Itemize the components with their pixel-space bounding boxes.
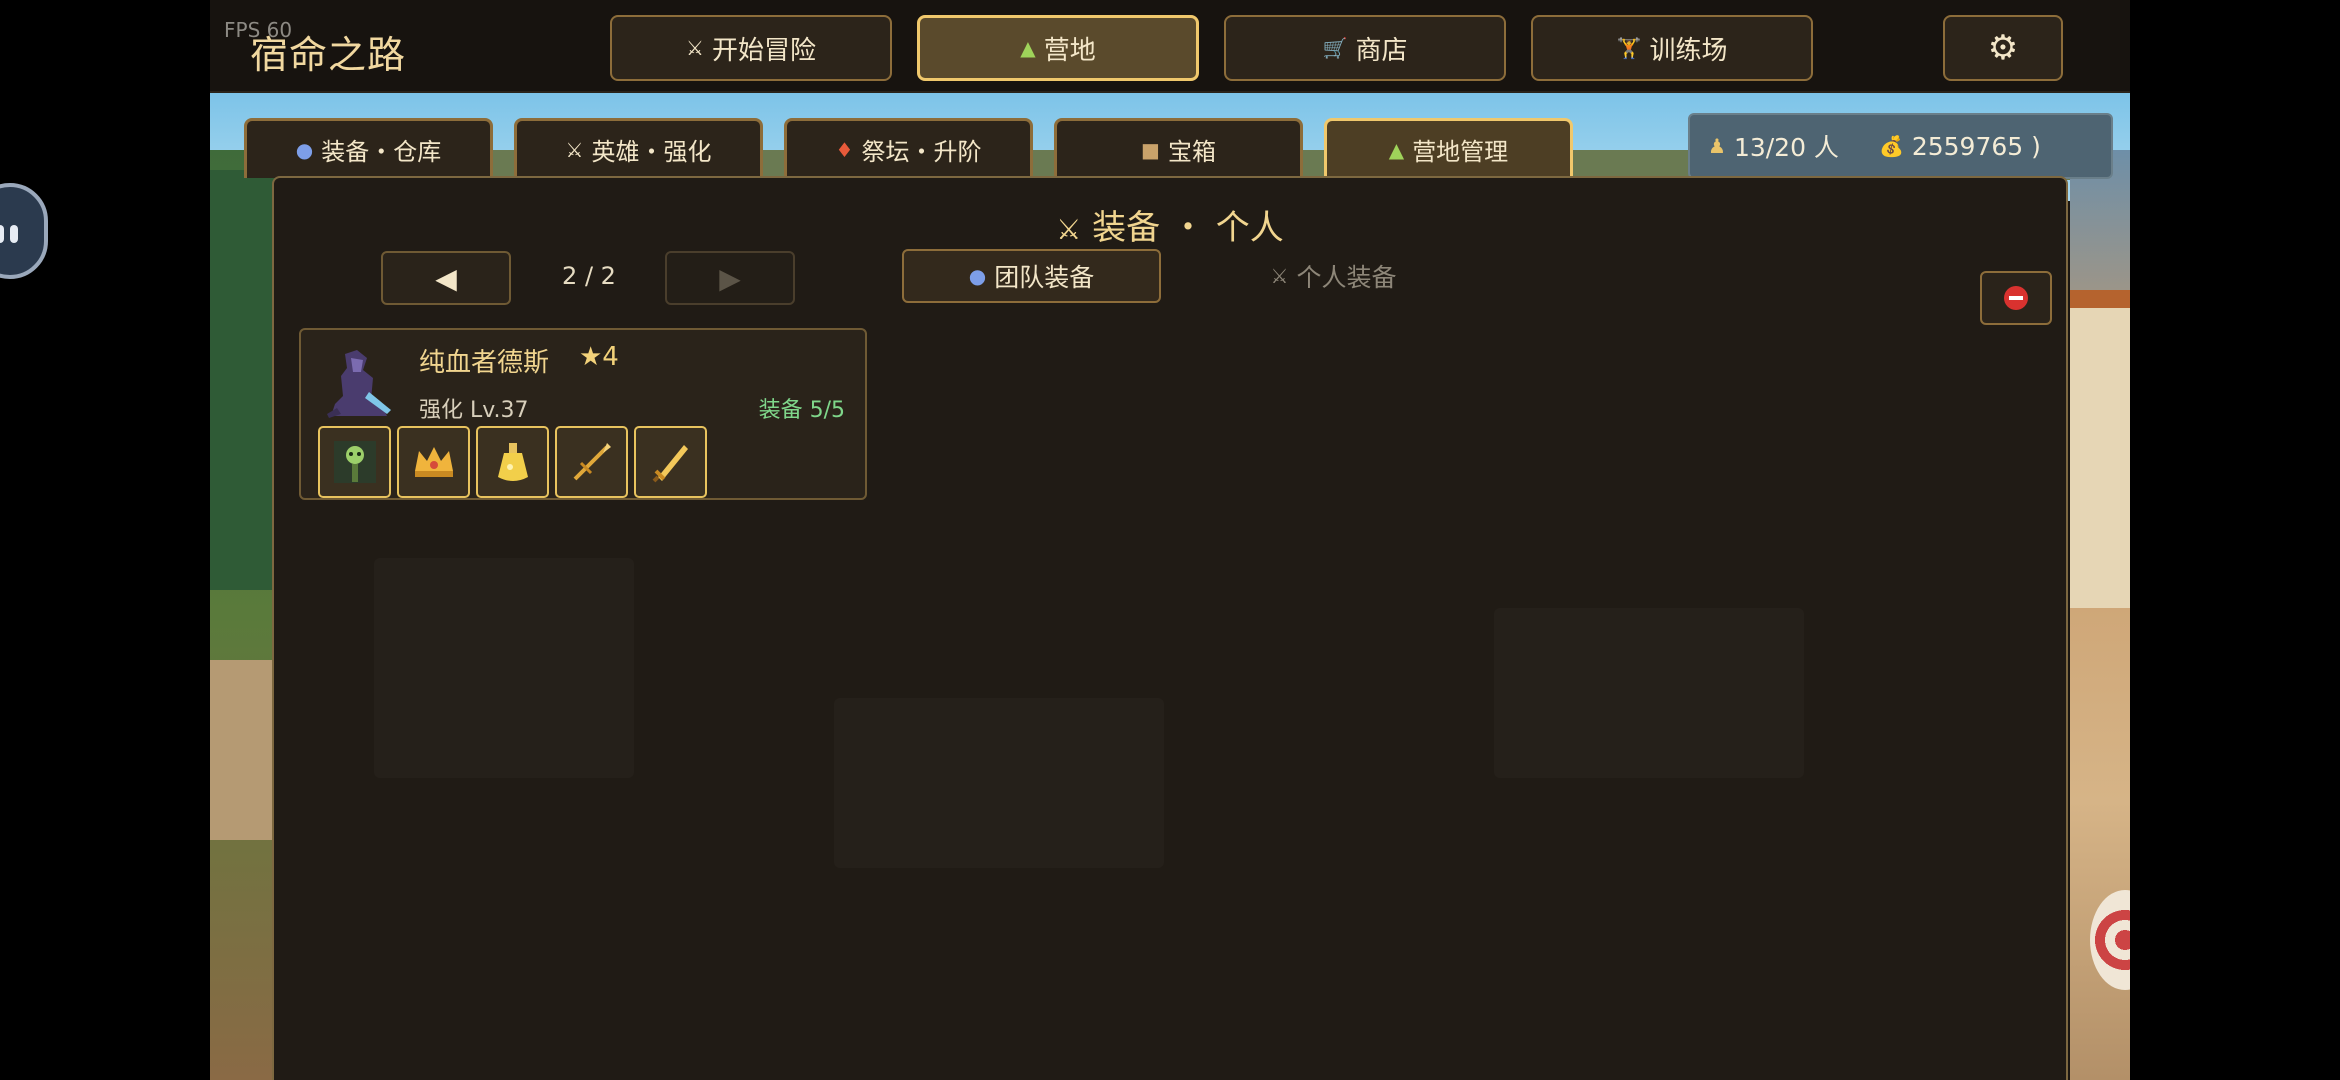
hero-stars: ★4 bbox=[579, 342, 619, 372]
hero-portrait bbox=[327, 350, 391, 418]
shop-cart-icon: 🛒 bbox=[1322, 36, 1348, 60]
equipment-slot[interactable] bbox=[555, 426, 628, 498]
prev-page-button[interactable]: ◀ bbox=[381, 251, 511, 305]
equipment-panel: ⚔ 装备 ・ 个人 ◀ 2 / 2 ▶ ● 团队装备 ⚔ 个人装备 纯血者德斯 … bbox=[272, 176, 2068, 1080]
tent bbox=[210, 660, 280, 840]
crossed-swords-icon: ⚔ bbox=[1270, 264, 1289, 288]
personal-equipment-label: 个人装备 bbox=[1296, 263, 1397, 292]
population-value: 13/20 人 bbox=[1733, 133, 1839, 162]
settings-button[interactable]: ⚙ bbox=[1943, 15, 2063, 81]
close-button[interactable] bbox=[1980, 271, 2052, 325]
nav-label: 商店 bbox=[1355, 35, 1408, 66]
next-arrow-icon: ▶ bbox=[719, 261, 741, 295]
shop-button[interactable]: 🛒 商店 bbox=[1224, 15, 1506, 81]
equipment-slots bbox=[318, 426, 707, 498]
tab-label: 营地管理 bbox=[1412, 138, 1509, 166]
bag-icon: ● bbox=[295, 137, 314, 162]
money-bag-icon: 💰 bbox=[1878, 134, 1904, 158]
gold-value: 2559765 ) bbox=[1911, 131, 2041, 161]
tab-hero-upgrade[interactable]: ⚔ 英雄・强化 bbox=[514, 118, 763, 178]
potion-icon bbox=[497, 443, 528, 481]
gold-display: 💰 2559765 ) bbox=[1879, 132, 2041, 161]
equipment-slot[interactable] bbox=[397, 426, 470, 498]
campfire-icon: ▲ bbox=[1020, 36, 1036, 60]
crown-icon bbox=[414, 447, 453, 477]
page-indicator: 2 / 2 bbox=[562, 262, 616, 290]
spear-icon bbox=[573, 443, 611, 481]
hero-equipment-count: 装备 5/5 bbox=[758, 398, 845, 423]
game-title: 宿命之路 bbox=[250, 33, 407, 77]
crossed-swords-icon: ⚔ bbox=[1056, 213, 1082, 246]
hero-name: 纯血者德斯 bbox=[419, 348, 550, 378]
nav-label: 训练场 bbox=[1649, 35, 1728, 66]
population-display: ♟ 13/20 人 bbox=[1708, 128, 1839, 164]
hero-card[interactable]: 纯血者德斯 ★4 强化 Lv.37 装备 5/5 bbox=[299, 328, 867, 500]
tab-label: 英雄・强化 bbox=[591, 138, 712, 166]
game-screen: FPS 60 宿命之路 ⚔ 开始冒险 ▲ 营地 🛒 商店 🏋 训练场 ⚙ ● 装… bbox=[210, 0, 2130, 1080]
skull-staff-icon bbox=[333, 441, 376, 483]
crossed-swords-icon: ⚔ bbox=[686, 36, 704, 60]
floating-assistant-button[interactable] bbox=[0, 183, 48, 279]
campfire-icon: ▲ bbox=[1388, 137, 1405, 162]
next-page-button[interactable]: ▶ bbox=[665, 251, 795, 305]
no-entry-icon bbox=[2004, 286, 2028, 310]
bag-icon: ● bbox=[968, 264, 987, 288]
resource-bar: ♟ 13/20 人 💰 2559765 ) bbox=[1688, 113, 2113, 179]
hero-level: 强化 Lv.37 bbox=[419, 398, 529, 423]
tab-equipment-warehouse[interactable]: ● 装备・仓库 bbox=[244, 118, 493, 178]
panel-title-text: 装备 ・ 个人 bbox=[1092, 208, 1284, 248]
panel-title: ⚔ 装备 ・ 个人 bbox=[274, 200, 2066, 249]
personal-equipment-button[interactable]: ⚔ 个人装备 bbox=[1204, 249, 1463, 303]
equipment-slot[interactable] bbox=[634, 426, 707, 498]
chest-icon: ■ bbox=[1141, 137, 1160, 162]
altar-icon: ♦ bbox=[835, 137, 854, 162]
tab-altar-ascend[interactable]: ♦ 祭坛・升阶 bbox=[784, 118, 1033, 178]
camp-button[interactable]: ▲ 营地 bbox=[917, 15, 1199, 81]
tab-label: 装备・仓库 bbox=[321, 138, 442, 166]
nav-label: 开始冒险 bbox=[711, 35, 816, 66]
sword-icon bbox=[652, 445, 688, 483]
equipment-slot[interactable] bbox=[476, 426, 549, 498]
top-bar: FPS 60 宿命之路 ⚔ 开始冒险 ▲ 营地 🛒 商店 🏋 训练场 ⚙ bbox=[210, 0, 2130, 93]
team-equipment-button[interactable]: ● 团队装备 bbox=[902, 249, 1161, 303]
start-adventure-button[interactable]: ⚔ 开始冒险 bbox=[610, 15, 892, 81]
background-decoration bbox=[1494, 608, 1804, 778]
team-equipment-label: 团队装备 bbox=[994, 263, 1095, 292]
pine-tree bbox=[210, 170, 280, 590]
tab-label: 宝箱 bbox=[1167, 138, 1216, 166]
gear-icon: ⚙ bbox=[1987, 28, 2019, 68]
equipment-slot[interactable] bbox=[318, 426, 391, 498]
tab-label: 祭坛・升阶 bbox=[861, 138, 982, 166]
prev-arrow-icon: ◀ bbox=[435, 261, 457, 295]
person-icon: ♟ bbox=[1708, 134, 1726, 158]
background-decoration bbox=[834, 698, 1164, 868]
house bbox=[2070, 290, 2130, 608]
tab-camp-management[interactable]: ▲ 营地管理 bbox=[1324, 118, 1573, 178]
training-ground-button[interactable]: 🏋 训练场 bbox=[1531, 15, 1813, 81]
nav-label: 营地 bbox=[1043, 35, 1096, 66]
training-icon: 🏋 bbox=[1616, 36, 1642, 60]
background-decoration bbox=[374, 558, 634, 778]
tab-chest[interactable]: ■ 宝箱 bbox=[1054, 118, 1303, 178]
crossed-swords-icon: ⚔ bbox=[565, 137, 584, 162]
